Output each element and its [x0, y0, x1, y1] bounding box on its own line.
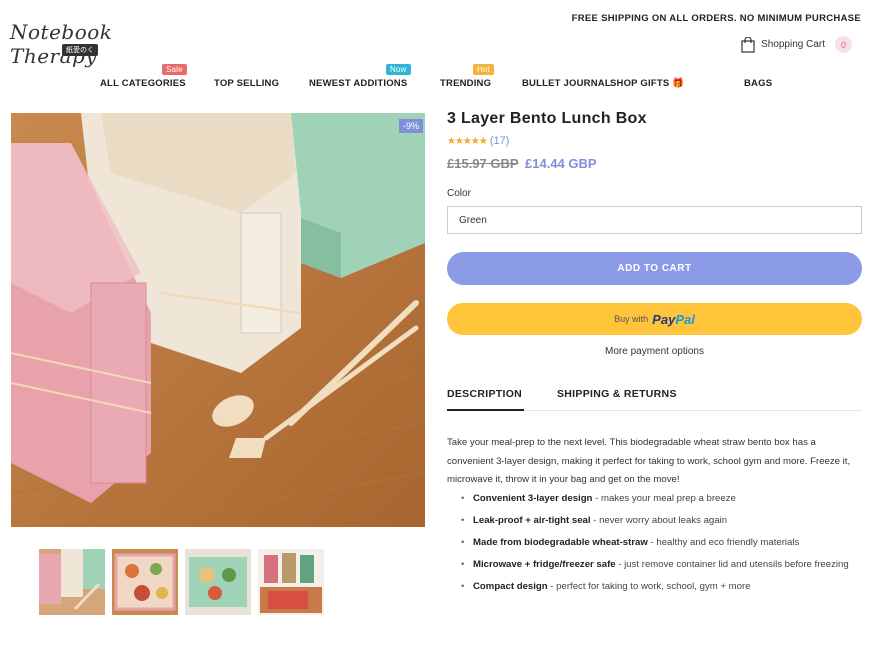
list-item: Microwave + fridge/freezer safe - just r…	[461, 555, 861, 575]
nav-bullet-journal[interactable]: BULLET JOURNAL	[522, 78, 611, 89]
tab-active-indicator	[447, 409, 524, 411]
nav-newest-additions[interactable]: Now NEWEST ADDITIONS	[309, 64, 411, 89]
nav-label: SHOP GIFTS 🎁	[610, 78, 685, 89]
nav-label: TRENDING	[440, 78, 492, 89]
nav-all-categories[interactable]: Sale ALL CATEGORIES	[100, 64, 187, 89]
product-main-image[interactable]: -9%	[11, 113, 425, 527]
list-item: Leak-proof + air-tight seal - never worr…	[461, 511, 861, 531]
color-select-value: Green	[459, 215, 487, 226]
product-title: 3 Layer Bento Lunch Box	[447, 110, 647, 127]
review-count: (17)	[489, 135, 510, 147]
add-to-cart-button[interactable]: ADD TO CART	[447, 252, 862, 285]
list-item: Compact design - perfect for taking to w…	[461, 577, 861, 597]
nav-trending[interactable]: Hot TRENDING	[440, 64, 495, 89]
list-item: Made from biodegradable wheat-straw - he…	[461, 533, 861, 553]
tab-description[interactable]: DESCRIPTION	[447, 388, 522, 400]
paypal-logo: PayPal	[652, 311, 695, 327]
sale-price: £14.44 GBP	[525, 156, 597, 171]
star-rating-icons: ★★★★★	[447, 135, 488, 147]
buy-with-label: Buy with	[614, 314, 649, 324]
store-logo[interactable]: Notebook Therapy 紙愛のく	[10, 20, 160, 68]
bento-photo	[11, 113, 425, 527]
thumbnail-2[interactable]	[112, 549, 178, 615]
original-price: £15.97 GBP	[447, 156, 519, 171]
color-label: Color	[447, 188, 471, 199]
thumbnail-image	[112, 549, 178, 615]
thumbnail-3[interactable]	[185, 549, 251, 615]
discount-badge: -9%	[398, 119, 423, 133]
nav-label: NEWEST ADDITIONS	[309, 78, 408, 89]
hot-badge: Hot	[473, 64, 495, 75]
list-item: Convenient 3-layer design - makes your m…	[461, 489, 861, 509]
product-rating[interactable]: ★★★★★ (17)	[447, 135, 509, 147]
tab-shipping-returns[interactable]: SHIPPING & RETURNS	[557, 388, 677, 400]
thumbnail-1[interactable]	[39, 549, 105, 615]
thumbnail-image	[258, 549, 324, 615]
nav-top-selling[interactable]: TOP SELLING	[214, 78, 279, 89]
nav-label: BAGS	[744, 78, 773, 89]
shopping-cart-link[interactable]: Shopping Cart 0	[741, 36, 852, 53]
thumbnail-image	[39, 549, 105, 615]
shopping-bag-icon	[741, 36, 755, 53]
cart-label: Shopping Cart	[761, 39, 825, 50]
logo-subtext: 紙愛のく	[62, 44, 98, 56]
nav-label: TOP SELLING	[214, 78, 280, 89]
feature-list: Convenient 3-layer design - makes your m…	[461, 489, 861, 599]
sale-badge: Sale	[162, 64, 187, 75]
paypal-button[interactable]: Buy with PayPal	[447, 303, 862, 335]
nav-label: ALL CATEGORIES	[100, 78, 186, 89]
color-select[interactable]: Green	[447, 206, 862, 234]
description-intro: Take your meal-prep to the next level. T…	[447, 437, 851, 485]
free-shipping-banner: FREE SHIPPING ON ALL ORDERS. NO MINIMUM …	[571, 13, 861, 24]
thumbnail-4[interactable]	[258, 549, 324, 615]
main-nav: Sale ALL CATEGORIES TOP SELLING Now NEWE…	[0, 64, 880, 94]
nav-shop-gifts[interactable]: SHOP GIFTS 🎁	[610, 78, 684, 89]
cart-count-badge: 0	[835, 36, 852, 53]
more-payment-options-link[interactable]: More payment options	[447, 346, 862, 357]
thumbnail-image	[185, 549, 251, 615]
nav-bags[interactable]: BAGS	[744, 78, 772, 89]
nav-label: BULLET JOURNAL	[522, 78, 611, 89]
new-badge: Now	[386, 64, 411, 75]
